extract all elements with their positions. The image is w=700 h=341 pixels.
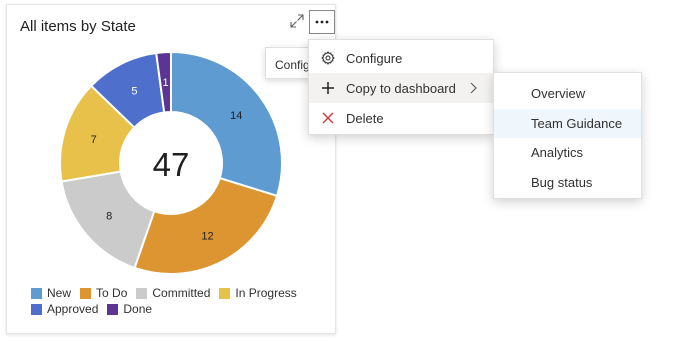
legend-label: Done [123,302,153,316]
menu-item-label: Delete [346,110,384,126]
dashboard-stage: All items by State 14 12 8 7 5 1 47 New To Do Co… [0,0,700,341]
donut-slice-label: 1 [163,77,169,89]
context-menu: Configure Copy to dashboard Delete [308,39,494,135]
legend-swatch [107,303,119,315]
legend-row: Approved Done [31,301,331,317]
submenu-item-team-guidance[interactable]: Team Guidance [494,108,641,138]
legend-swatch [80,287,92,299]
donut-slice-label: 14 [230,110,242,122]
submenu-item-analytics[interactable]: Analytics [494,138,641,168]
donut-slice-to-do[interactable] [133,176,279,275]
gear-icon [320,50,336,66]
legend-swatch [219,287,231,299]
dashboard-submenu: Overview Team Guidance Analytics Bug sta… [493,72,642,199]
legend-label: Committed [152,286,211,300]
submenu-item-overview[interactable]: Overview [494,79,641,109]
legend-item-approved[interactable]: Approved [31,302,98,316]
legend-swatch [31,287,42,299]
menu-item-copy-to-dashboard[interactable]: Copy to dashboard [309,73,493,103]
legend-item-in-progress[interactable]: In Progress [219,286,297,300]
donut-total: 47 [153,146,190,183]
donut-slice-label: 5 [131,86,137,98]
chart-legend: New To Do Committed In Progress Approved Done [31,285,331,317]
submenu-item-bug-status[interactable]: Bug status [494,168,641,198]
legend-label: In Progress [235,286,297,300]
legend-item-committed[interactable]: Committed [136,286,210,300]
donut-slice-label: 12 [201,230,213,242]
legend-item-to-do[interactable]: To Do [80,286,127,300]
menu-item-label: Copy to dashboard [346,80,456,96]
legend-item-done[interactable]: Done [107,302,152,316]
legend-swatch [136,287,148,299]
legend-swatch [31,303,42,315]
legend-row: New To Do Committed In Progress [31,285,331,301]
close-icon [320,110,336,126]
legend-item-new[interactable]: New [31,286,71,300]
chevron-right-icon [468,81,478,95]
legend-label: To Do [96,286,128,300]
legend-label: New [47,286,72,300]
donut-slice-label: 7 [91,134,97,146]
menu-item-configure[interactable]: Configure [309,43,493,73]
donut-slice-label: 8 [106,210,112,222]
legend-label: Approved [47,302,99,316]
menu-item-label: Configure [346,50,403,66]
menu-item-delete[interactable]: Delete [309,103,493,133]
plus-icon [320,80,336,96]
